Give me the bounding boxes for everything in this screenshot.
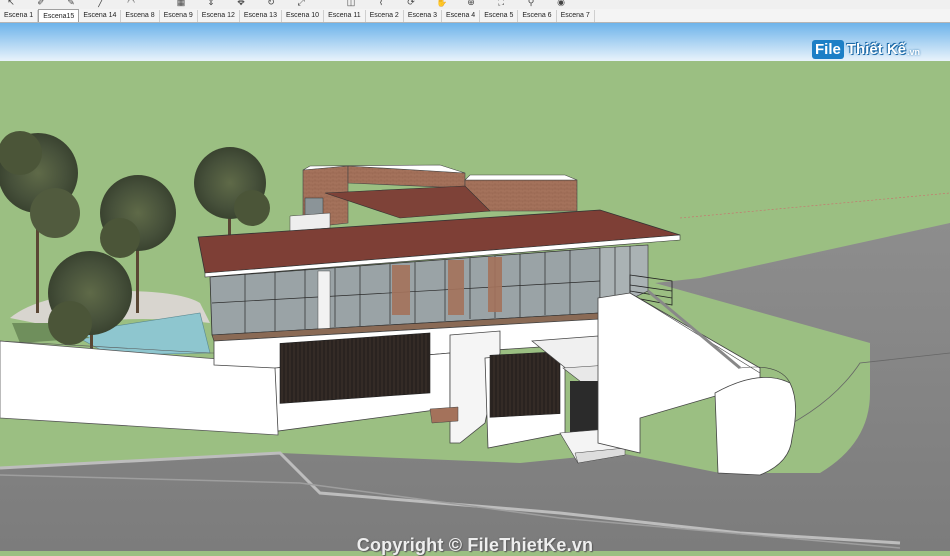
site-logo: File Thiết Kế .vn	[812, 37, 920, 61]
logo-file-text: File	[812, 39, 844, 59]
pan-icon[interactable]: ✋	[436, 0, 447, 7]
push-pull-icon[interactable]: ⇕	[206, 0, 216, 7]
eraser-icon[interactable]: ✐	[36, 0, 46, 7]
copyright-watermark: Copyright © FileThietKe.vn	[356, 535, 594, 555]
scene-tab[interactable]: Escena 4	[442, 10, 481, 22]
line-icon[interactable]: ╱	[96, 0, 106, 7]
scene-tab[interactable]: Escena 9	[160, 10, 198, 22]
arc-icon[interactable]: ◠	[126, 0, 136, 7]
scene-tab[interactable]: Escena 7	[557, 10, 595, 22]
scene-tab[interactable]: Escena 12	[198, 10, 240, 22]
logo-tld-text: .vn	[907, 47, 921, 57]
zoom-extents-icon[interactable]: ⛶	[496, 0, 506, 7]
scene-tab[interactable]: Escena 11	[324, 10, 366, 22]
move-icon[interactable]: ✥	[236, 0, 246, 7]
scene-tab[interactable]: Escena15	[38, 9, 80, 22]
paint-icon[interactable]: ▦	[176, 0, 186, 7]
look-icon[interactable]: ◉	[556, 0, 566, 7]
walk-icon[interactable]: ⚲	[526, 0, 536, 7]
tape-icon[interactable]: ⌇	[376, 0, 386, 7]
scene-tab[interactable]: Escena 2	[366, 10, 404, 22]
scene-tab[interactable]: Escena 14	[79, 10, 122, 22]
scene-tab[interactable]: Escena 8	[121, 10, 160, 22]
offset-icon[interactable]: ◫	[346, 0, 356, 7]
model-scene	[0, 23, 950, 551]
pencil-icon[interactable]: ✎	[66, 0, 76, 7]
scene-tabs-bar: Escena 1 Escena15 Escena 14 Escena 8 Escena …	[0, 9, 950, 23]
sky	[0, 23, 950, 61]
3d-viewport[interactable]: File Thiết Kế .vn Copyright © FileThietK…	[0, 23, 950, 555]
logo-brand-text: Thiết Kế	[846, 40, 907, 58]
scale-icon[interactable]: ⤢	[296, 0, 306, 7]
scene-tab[interactable]: Escena 10	[282, 10, 325, 22]
scene-tab[interactable]: Escena 5	[480, 10, 519, 22]
zoom-icon[interactable]: ⊕	[466, 0, 476, 7]
pointer-icon[interactable]: ↖	[6, 0, 16, 7]
orbit-icon[interactable]: ⟳	[406, 0, 416, 7]
scene-tab[interactable]: Escena 13	[240, 10, 282, 22]
scene-tab[interactable]: Escena 1	[0, 10, 39, 22]
scene-tab[interactable]: Escena 6	[518, 10, 557, 22]
scene-tab[interactable]: Escena 3	[404, 10, 443, 22]
rotate-icon[interactable]: ↻	[266, 0, 276, 7]
